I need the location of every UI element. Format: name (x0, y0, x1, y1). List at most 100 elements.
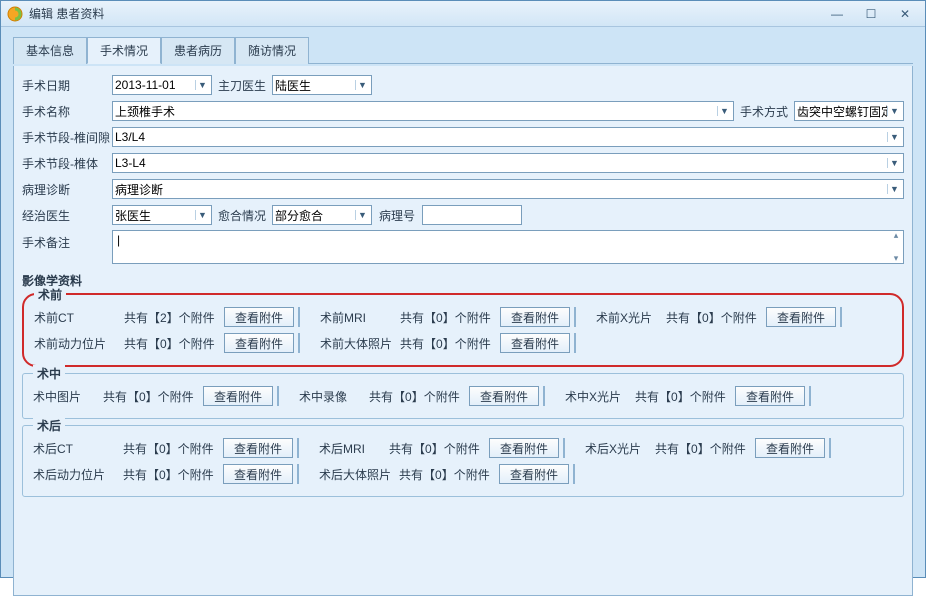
view-post-gross-button[interactable]: 查看附件 (499, 464, 569, 484)
label-post-xray: 术后X光片 (585, 440, 655, 457)
tab-followup[interactable]: 随访情况 (235, 37, 309, 64)
count-intra-xray: 共有【0】个附件 (635, 388, 735, 405)
divider (829, 438, 831, 458)
divider (809, 386, 811, 406)
tab-basic-info[interactable]: 基本信息 (13, 37, 87, 64)
chevron-down-icon: ▼ (887, 132, 901, 142)
label-post-mri: 术后MRI (319, 440, 389, 457)
attending-combo[interactable]: 张医生▼ (112, 205, 212, 225)
view-pre-xray-button[interactable]: 查看附件 (766, 307, 836, 327)
label-pre-gross: 术前大体照片 (320, 335, 400, 352)
view-intra-xray-button[interactable]: 查看附件 (735, 386, 805, 406)
divider (297, 464, 299, 484)
label-post-ct: 术后CT (33, 440, 123, 457)
postop-title: 术后 (33, 417, 65, 434)
chevron-down-icon: ▼ (195, 210, 209, 220)
scrollbar[interactable]: ▴▾ (888, 230, 904, 264)
count-post-mri: 共有【0】个附件 (389, 440, 489, 457)
label-pre-xray: 术前X光片 (596, 309, 666, 326)
chevron-down-icon: ▼ (887, 184, 901, 194)
count-pre-xray: 共有【0】个附件 (666, 309, 766, 326)
method-combo[interactable]: 齿突中空螺钉固定▼ (794, 101, 904, 121)
chevron-down-icon: ▼ (887, 106, 901, 116)
remark-textarea[interactable]: | (112, 230, 904, 264)
tab-medical-record[interactable]: 患者病历 (161, 37, 235, 64)
surgery-name-combo[interactable]: 上颈椎手术▼ (112, 101, 734, 121)
view-intra-pic-button[interactable]: 查看附件 (203, 386, 273, 406)
count-post-xray: 共有【0】个附件 (655, 440, 755, 457)
label-method: 手术方式 (734, 103, 794, 120)
count-intra-video: 共有【0】个附件 (369, 388, 469, 405)
label-surgeon: 主刀医生 (212, 77, 272, 94)
view-post-dyn-button[interactable]: 查看附件 (223, 464, 293, 484)
label-path-diag: 病理诊断 (22, 181, 112, 198)
label-remark: 手术备注 (22, 230, 112, 251)
surgeon-combo[interactable]: 陆医生▼ (272, 75, 372, 95)
label-seg-gap: 手术节段-椎间隙 (22, 129, 112, 146)
label-fusion: 愈合情况 (212, 207, 272, 224)
title-bar: 编辑 患者资料 — ☐ ✕ (1, 1, 925, 27)
count-pre-dyn: 共有【0】个附件 (124, 335, 224, 352)
chevron-down-icon: ▼ (355, 210, 369, 220)
label-surgery-date: 手术日期 (22, 77, 112, 94)
window-title: 编辑 患者资料 (29, 5, 827, 22)
divider (574, 333, 576, 353)
label-intra-xray: 术中X光片 (565, 388, 635, 405)
intraop-fieldset: 术中 术中图片 共有【0】个附件 查看附件 术中录像 共有【0】个附件 查看附件… (22, 373, 904, 419)
divider (563, 438, 565, 458)
label-surgery-name: 手术名称 (22, 103, 112, 120)
divider (543, 386, 545, 406)
label-pre-mri: 术前MRI (320, 309, 400, 326)
surgery-form: 手术日期 2013-11-01▼ 主刀医生 陆医生▼ 手术名称 上颈椎手术▼ 手… (13, 66, 913, 596)
count-pre-ct: 共有【2】个附件 (124, 309, 224, 326)
maximize-icon[interactable]: ☐ (861, 7, 881, 21)
divider (298, 333, 300, 353)
surgery-date-picker[interactable]: 2013-11-01▼ (112, 75, 212, 95)
seg-gap-combo[interactable]: L3/L4▼ (112, 127, 904, 147)
close-icon[interactable]: ✕ (895, 7, 915, 21)
label-attending: 经治医生 (22, 207, 112, 224)
count-pre-mri: 共有【0】个附件 (400, 309, 500, 326)
minimize-icon[interactable]: — (827, 7, 847, 21)
divider (573, 464, 575, 484)
edit-patient-window: 编辑 患者资料 — ☐ ✕ 基本信息 手术情况 患者病历 随访情况 手术日期 2… (0, 0, 926, 578)
count-post-gross: 共有【0】个附件 (399, 466, 499, 483)
count-pre-gross: 共有【0】个附件 (400, 335, 500, 352)
label-seg-body: 手术节段-椎体 (22, 155, 112, 172)
divider (298, 307, 300, 327)
tab-surgery[interactable]: 手术情况 (87, 37, 161, 64)
divider (574, 307, 576, 327)
divider (840, 307, 842, 327)
path-no-input[interactable] (422, 205, 522, 225)
count-post-ct: 共有【0】个附件 (123, 440, 223, 457)
app-icon (7, 6, 23, 22)
label-intra-pic: 术中图片 (33, 388, 103, 405)
chevron-down-icon: ▼ (887, 158, 901, 168)
chevron-down-icon: ▼ (717, 106, 731, 116)
label-post-dyn: 术后动力位片 (33, 466, 123, 483)
label-path-no: 病理号 (372, 207, 422, 224)
view-pre-ct-button[interactable]: 查看附件 (224, 307, 294, 327)
view-post-xray-button[interactable]: 查看附件 (755, 438, 825, 458)
fusion-combo[interactable]: 部分愈合▼ (272, 205, 372, 225)
content-area: 基本信息 手术情况 患者病历 随访情况 手术日期 2013-11-01▼ 主刀医… (1, 27, 925, 596)
count-post-dyn: 共有【0】个附件 (123, 466, 223, 483)
view-pre-dyn-button[interactable]: 查看附件 (224, 333, 294, 353)
scroll-down-icon[interactable]: ▾ (888, 253, 904, 264)
label-intra-video: 术中录像 (299, 388, 369, 405)
view-intra-video-button[interactable]: 查看附件 (469, 386, 539, 406)
view-pre-mri-button[interactable]: 查看附件 (500, 307, 570, 327)
path-diag-combo[interactable]: 病理诊断▼ (112, 179, 904, 199)
label-imaging: 影像学资料 (22, 272, 904, 289)
label-pre-dyn: 术前动力位片 (34, 335, 124, 352)
postop-fieldset: 术后 术后CT 共有【0】个附件 查看附件 术后MRI 共有【0】个附件 查看附… (22, 425, 904, 497)
chevron-down-icon: ▼ (195, 80, 209, 90)
chevron-down-icon: ▼ (355, 80, 369, 90)
label-post-gross: 术后大体照片 (319, 466, 399, 483)
preop-fieldset: 术前 术前CT 共有【2】个附件 查看附件 术前MRI 共有【0】个附件 查看附… (22, 293, 904, 367)
view-post-ct-button[interactable]: 查看附件 (223, 438, 293, 458)
scroll-up-icon[interactable]: ▴ (888, 230, 904, 241)
view-post-mri-button[interactable]: 查看附件 (489, 438, 559, 458)
seg-body-combo[interactable]: L3-L4▼ (112, 153, 904, 173)
view-pre-gross-button[interactable]: 查看附件 (500, 333, 570, 353)
